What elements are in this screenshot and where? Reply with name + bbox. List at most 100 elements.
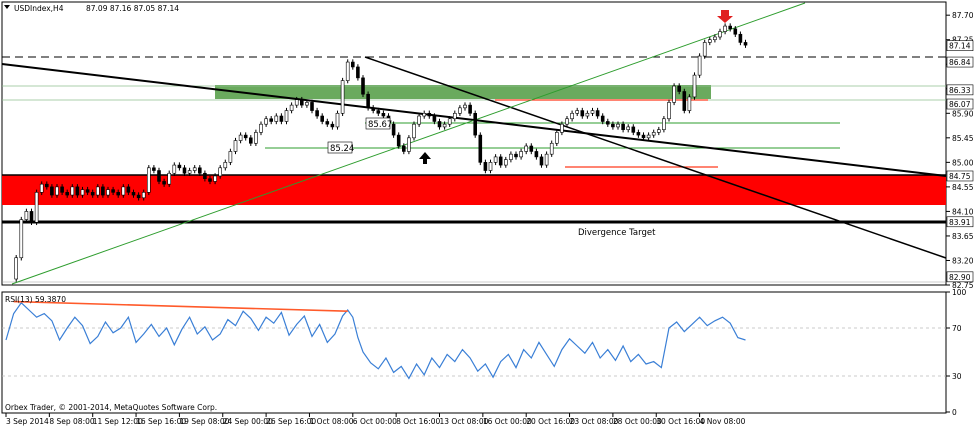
candle-body — [96, 186, 100, 196]
candle-body — [483, 162, 488, 171]
candle-body — [121, 186, 126, 196]
candle-body — [667, 102, 671, 120]
candle-body — [534, 151, 539, 158]
candle-body — [733, 28, 738, 35]
candle-body — [218, 167, 222, 177]
candle-body — [514, 153, 518, 158]
ohlc-label: 87.09 87.16 87.05 87.14 — [86, 4, 179, 13]
candle-body — [718, 31, 722, 38]
candle-body — [350, 61, 355, 68]
chart-window: 87.7087.2586.8086.3585.9085.4585.0084.55… — [0, 0, 975, 427]
candle-body — [570, 112, 574, 120]
copyright-label: Orbex Trader, © 2001-2014, MetaQuotes So… — [5, 403, 217, 412]
candle-body — [641, 134, 646, 139]
candle-body — [243, 134, 248, 139]
candle-body — [249, 137, 253, 144]
candle-body — [111, 189, 115, 193]
price-tag-label: 86.84 — [949, 58, 971, 67]
candle-body — [509, 153, 513, 160]
candle-body — [544, 153, 549, 166]
candle-body — [677, 85, 682, 92]
candle-body — [330, 123, 335, 128]
rsi-tick-label: 70 — [952, 324, 962, 333]
candle-body — [213, 175, 217, 182]
candle-body — [519, 151, 523, 158]
usdindex-chart[interactable]: 87.7087.2586.8086.3585.9085.4585.0084.55… — [0, 0, 975, 427]
x-tick-label: 8 Sep 08:00 — [49, 417, 95, 426]
candle-body — [106, 189, 110, 196]
candle-body — [488, 162, 493, 171]
candle-body — [356, 66, 360, 79]
x-tick-label: 23 Oct 08:00 — [570, 417, 619, 426]
candle-body — [274, 115, 279, 122]
candle-body — [595, 110, 600, 117]
candle-body — [39, 183, 44, 193]
candle-body — [713, 36, 717, 41]
y-tick-label: 84.55 — [952, 183, 974, 192]
candle-body — [611, 123, 615, 128]
candle-body — [60, 186, 64, 193]
candle-body — [621, 123, 625, 130]
candle-body — [44, 183, 49, 188]
candle-body — [493, 156, 498, 163]
candle-body — [738, 33, 743, 43]
candle-body — [631, 126, 636, 133]
candle-body — [90, 192, 95, 196]
candle-body — [269, 118, 274, 122]
candle-body — [361, 77, 365, 95]
candle-body — [529, 145, 534, 152]
price-tag-label: 87.14 — [949, 42, 971, 51]
candle-body — [284, 110, 289, 122]
candle-body — [381, 112, 386, 117]
rsi-tick-label: 100 — [952, 288, 967, 297]
candle-body — [651, 132, 656, 136]
x-tick-label: 30 Oct 16:00 — [656, 417, 705, 426]
candle-body — [238, 134, 243, 141]
candle-body — [203, 172, 207, 180]
candle-body — [335, 112, 340, 128]
resistance-zone — [215, 85, 711, 99]
price-tag-label: 83.91 — [949, 218, 971, 227]
level-b-label: 85.24 — [330, 144, 354, 154]
y-tick-label: 85.00 — [952, 158, 974, 167]
candle-body — [305, 102, 309, 106]
price-tag-label: 82.90 — [949, 273, 971, 282]
candle-body — [478, 134, 483, 163]
candle-body — [177, 164, 182, 169]
candle-body — [116, 192, 120, 196]
candle-body — [172, 164, 177, 174]
x-tick-label: 16 Oct 00:00 — [483, 417, 532, 426]
candle-body — [310, 102, 314, 111]
candle-body — [14, 257, 18, 280]
price-tag-label: 86.07 — [949, 100, 971, 109]
candle-body — [391, 123, 396, 136]
candle-body — [605, 121, 610, 125]
candle-body — [707, 39, 712, 43]
symbol-label: USDIndex,H4 — [14, 4, 64, 13]
candle-body — [432, 115, 437, 122]
candle-body — [80, 189, 85, 196]
rsi-label: RSI(13) 59.3870 — [5, 295, 66, 304]
candle-body — [198, 167, 202, 174]
candle-body — [259, 123, 263, 133]
candle-body — [75, 186, 80, 196]
candle-body — [697, 55, 702, 76]
price-tag-label: 86.33 — [949, 86, 971, 95]
price-tag-label: 84.75 — [949, 172, 971, 181]
candle-body — [498, 156, 503, 166]
candle-body — [723, 25, 727, 32]
candle-body — [131, 192, 136, 196]
y-tick-label: 83.20 — [952, 256, 974, 265]
candle-body — [616, 123, 620, 128]
candle-body — [65, 192, 69, 196]
candle-body — [24, 211, 29, 220]
candle-body — [371, 107, 376, 111]
candle-body — [187, 170, 192, 174]
candle-body — [315, 110, 319, 117]
candle-body — [366, 93, 370, 109]
candle-body — [254, 132, 258, 144]
candle-body — [101, 186, 105, 196]
candle-body — [70, 186, 75, 196]
candle-body — [437, 121, 442, 128]
candle-body — [580, 110, 585, 117]
